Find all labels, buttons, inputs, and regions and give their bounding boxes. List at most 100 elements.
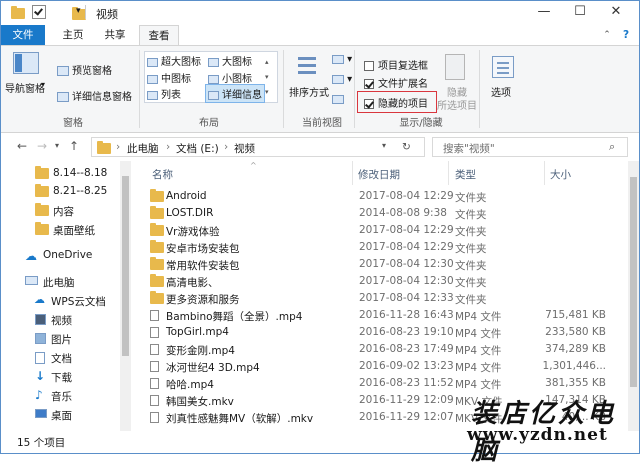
size-columns-icon[interactable] [332,94,344,105]
hide-selected-icon[interactable] [445,54,465,80]
file-name: Vr游戏体验 [166,226,220,238]
nav-item-content[interactable]: 内容 [1,201,119,219]
options-icon[interactable] [492,56,514,78]
file-type: 文件夹 [455,243,487,255]
video-file-icon [150,344,159,355]
file-list-scroll-thumb[interactable] [630,177,637,387]
gallery-scroll-icon[interactable]: ▴ ▾ ▾ [265,55,269,100]
back-icon[interactable]: ← [17,139,27,153]
file-row[interactable]: Android 2017-08-04 12:29 文件夹 [132,188,628,205]
file-date: 2016-11-29 12:09 [359,394,454,406]
file-row[interactable]: Vr游戏体验 2017-08-04 12:29 文件夹 [132,222,628,239]
breadcrumb-folder[interactable]: 视频 [234,141,255,156]
nav-item-documents[interactable]: 文档 [1,348,119,366]
nav-item-wallpaper[interactable]: 桌面壁纸 [1,220,119,238]
file-row[interactable]: 安卓市场安装包 2017-08-04 12:29 文件夹 [132,239,628,256]
file-type: 文件夹 [455,226,487,238]
nav-item-music[interactable]: ♪ 音乐 [1,386,119,404]
separator [283,50,284,128]
nav-scroll-thumb[interactable] [122,176,129,356]
nav-item-8-21[interactable]: 8.21--8.25 [1,182,119,200]
tab-home[interactable]: 主页 [53,25,93,45]
details-pane-button[interactable]: 详细信息窗格 [57,88,132,103]
nav-pane-dropdown-icon[interactable]: ▾ [41,80,45,89]
tab-view[interactable]: 查看 [139,25,179,45]
file-row[interactable]: 高清电影、 2017-08-04 12:30 文件夹 [132,273,628,290]
nav-item-this-pc[interactable]: 此电脑 [1,272,119,290]
search-icon[interactable]: ⌕ [609,140,615,154]
title-bar: ▾ 视频 — ☐ ✕ [1,1,639,25]
recent-locations-icon[interactable]: ▾ [55,141,59,150]
nav-pane-button[interactable]: 导航窗格 [5,80,45,95]
refresh-icon[interactable]: ↻ [402,141,411,153]
breadcrumb-drive[interactable]: 文档 (E:) [176,141,219,156]
details-option[interactable]: 详细信息 [205,84,265,103]
xl-icons-option[interactable]: 超大图标 [147,53,201,68]
folder-icon [150,223,164,236]
file-date: 2017-08-04 12:29 [359,224,454,236]
list-option[interactable]: 列表 [147,86,181,101]
preview-pane-button[interactable]: 预览窗格 [57,62,112,77]
nav-item-desktop[interactable]: 桌面 [1,405,119,423]
nav-item-videos[interactable]: 视频 [1,310,119,328]
nav-item-pictures[interactable]: 图片 [1,329,119,347]
nav-item-onedrive[interactable]: ☁ OneDrive [1,246,119,264]
folder-icon [35,222,49,235]
help-icon[interactable]: ? [617,25,635,45]
add-columns-icon[interactable]: ▾ [332,74,352,85]
file-row[interactable]: 哈哈.mp4 2016-08-23 11:52 MP4 文件 381,355 KB [132,375,628,392]
maximize-button[interactable]: ☐ [563,1,597,25]
file-name: TopGirl.mp4 [166,326,229,338]
file-size: 715,481 KB [545,309,606,321]
properties-icon[interactable] [32,5,46,19]
file-row[interactable]: LOST.DIR 2014-08-08 9:38 文件夹 [132,205,628,222]
file-row[interactable]: 常用软件安装包 2017-08-04 12:30 文件夹 [132,256,628,273]
ribbon-tabs: 文件 主页 共享 查看 ⌃ ? [1,25,639,45]
sort-by-button[interactable]: 排序方式 [289,84,329,99]
nav-item-downloads[interactable]: ↓ 下载 [1,367,119,385]
file-row[interactable]: Bambino舞蹈（全景）.mp4 2016-11-28 16:43 MP4 文件 7… [132,307,628,324]
video-file-icon [150,395,159,406]
column-header: 名称 ^ 修改日期 类型 大小 [132,161,628,185]
collapse-ribbon-icon[interactable]: ⌃ [599,25,615,45]
column-type[interactable]: 类型 [455,167,476,182]
minimize-button[interactable]: — [527,1,561,25]
breadcrumb-root[interactable]: 此电脑 [127,141,159,156]
file-extensions-option[interactable]: 文件扩展名 [364,75,428,90]
hide-selected-label-2: 所选项目 [437,101,477,112]
file-row[interactable]: 更多资源和服务 2017-08-04 12:33 文件夹 [132,290,628,307]
file-row[interactable]: TopGirl.mp4 2016-08-23 19:10 MP4 文件 233,580… [132,324,628,341]
file-type: 文件夹 [455,294,487,306]
current-view-group-label: 当前视图 [302,118,342,129]
customize-quick-access-icon[interactable]: ▾ [76,6,81,20]
item-checkbox-option[interactable]: 项目复选框 [364,57,428,72]
nav-item-8-14[interactable]: 8.14--8.18 [1,164,119,182]
nav-pane-icon[interactable] [13,52,41,76]
address-bar[interactable]: › 此电脑 › 文档 (E:) › 视频 ▾ ↻ [91,137,425,157]
nav-item-wps[interactable]: ☁ WPS云文档 [1,291,119,309]
medium-icons-option[interactable]: 中图标 [147,70,191,85]
forward-icon[interactable]: → [37,139,47,153]
column-name[interactable]: 名称 [152,167,173,182]
group-by-icon[interactable]: ▾ [332,54,352,65]
tab-file[interactable]: 文件 [1,25,45,45]
file-name: 安卓市场安装包 [166,243,240,255]
up-icon[interactable]: ↑ [69,139,79,153]
desktop-icon [35,409,47,418]
options-button[interactable]: 选项 [491,84,511,99]
file-type: MP4 文件 [455,311,502,323]
close-button[interactable]: ✕ [599,1,633,25]
large-icons-option[interactable]: 大图标 [208,53,252,68]
file-name: 刘真性感魅舞MV（软解）.mkv [166,413,314,425]
file-row[interactable]: 变形金刚.mp4 2016-08-23 17:49 MP4 文件 374,289 KB [132,341,628,358]
sort-by-icon[interactable] [296,54,318,78]
column-separator [544,161,545,185]
address-dropdown-icon[interactable]: ▾ [382,141,386,150]
tab-share[interactable]: 共享 [95,25,135,45]
search-box[interactable]: 搜索"视频" ⌕ [432,137,628,157]
breadcrumb-sep-icon: › [166,141,171,153]
column-date[interactable]: 修改日期 [358,167,400,182]
column-size[interactable]: 大小 [550,167,571,182]
file-row[interactable]: 冰河世纪4 3D.mp4 2016-09-02 13:23 MP4 文件 1,301,… [132,358,628,375]
small-icons-option[interactable]: 小图标 [208,70,252,85]
